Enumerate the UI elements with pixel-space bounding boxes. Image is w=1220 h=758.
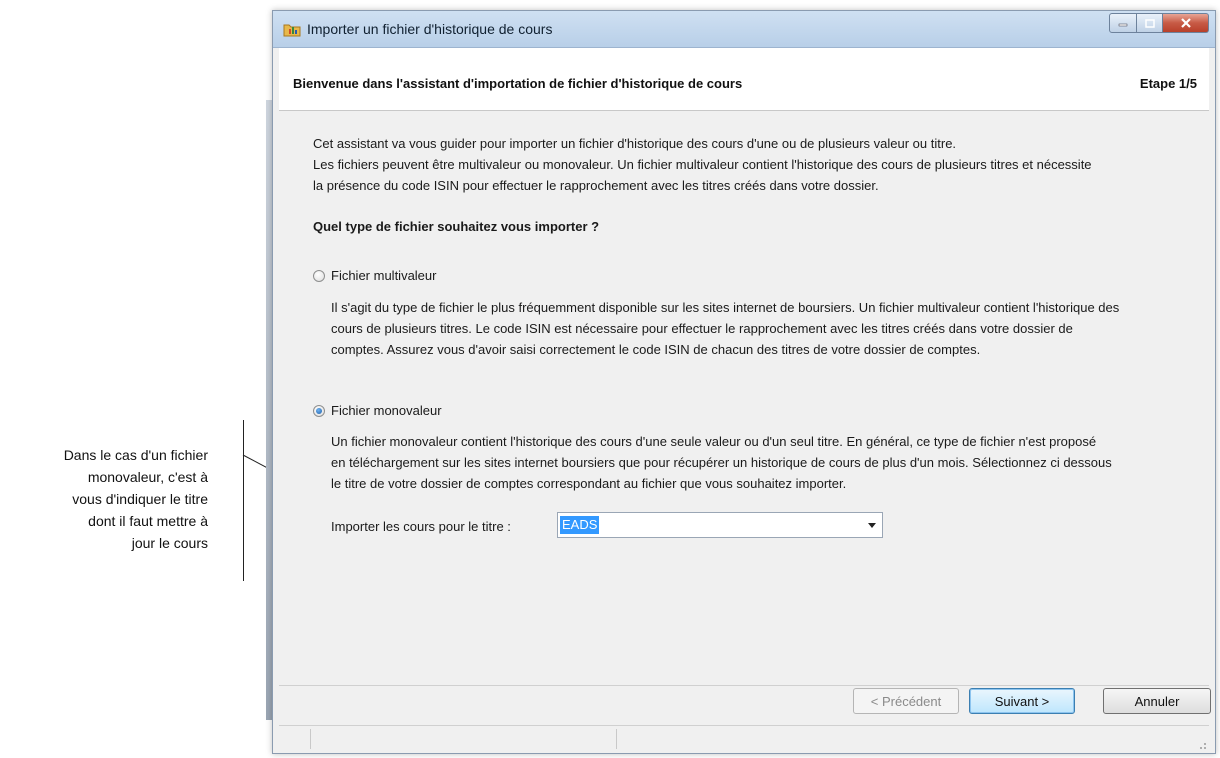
window-title: Importer un fichier d'historique de cour… (307, 21, 553, 37)
chevron-down-icon[interactable] (868, 523, 876, 528)
wizard-content: Cet assistant va vous guider pour import… (279, 111, 1209, 685)
previous-button[interactable]: < Précédent (853, 688, 959, 714)
radio-label: Fichier multivaleur (331, 268, 437, 283)
description-line: en téléchargement sur les sites internet… (331, 455, 1112, 470)
step-indicator: Etape 1/5 (1139, 76, 1197, 91)
close-button[interactable] (1163, 13, 1209, 33)
next-button[interactable]: Suivant > (969, 688, 1075, 714)
annotation-line: jour le cours (131, 535, 208, 551)
radio-label: Fichier monovaleur (331, 403, 442, 418)
intro-line: Les fichiers peuvent être multivaleur ou… (313, 157, 1092, 172)
cancel-button-label: Annuler (1134, 693, 1180, 709)
radio-monovaleur[interactable]: Fichier monovaleur (313, 403, 442, 418)
chart-folder-icon (283, 21, 301, 37)
intro-text: Cet assistant va vous guider pour import… (313, 133, 1213, 196)
annotation-text: Dans le cas d'un fichier monovaleur, c'e… (10, 444, 208, 554)
resize-grip-icon[interactable] (1197, 740, 1207, 750)
annotation-line: monovaleur, c'est à (87, 469, 208, 485)
annotation-bracket (243, 420, 244, 581)
radio-button-checked[interactable] (313, 404, 325, 417)
status-bar (279, 725, 1209, 752)
intro-line: la présence du code ISIN pour effectuer … (313, 178, 879, 193)
annotation-line: Dans le cas d'un fichier (63, 447, 208, 463)
radio-button[interactable] (313, 269, 325, 282)
minimize-button[interactable] (1109, 13, 1137, 33)
description-line: cours de plusieurs titres. Le code ISIN … (331, 321, 1073, 336)
description-line: Un fichier monovaleur contient l'histori… (331, 434, 1097, 449)
maximize-icon (1144, 18, 1155, 28)
intro-line: Cet assistant va vous guider pour import… (313, 136, 957, 151)
wizard-header: Bienvenue dans l'assistant d'importation… (279, 48, 1209, 111)
close-icon (1180, 18, 1191, 28)
selected-title: EADS (560, 516, 600, 534)
status-divider (615, 729, 617, 749)
file-type-question: Quel type de fichier souhaitez vous impo… (313, 219, 600, 234)
title-select[interactable]: EADS (557, 512, 883, 538)
annotation-line: vous d'indiquer le titre (72, 491, 208, 507)
title-bar[interactable]: Importer un fichier d'historique de cour… (273, 11, 1215, 48)
footer-divider (279, 685, 1209, 686)
description-line: comptes. Assurez vous d'avoir saisi corr… (331, 342, 981, 357)
description-line: le titre de votre dossier de comptes cor… (331, 476, 847, 491)
annotation-line: dont il faut mettre à (88, 513, 208, 529)
status-divider (309, 729, 311, 749)
multivaleur-description: Il s'agit du type de fichier le plus fré… (331, 297, 1220, 360)
wizard-title: Bienvenue dans l'assistant d'importation… (293, 76, 743, 91)
minimize-icon (1118, 23, 1128, 27)
maximize-button[interactable] (1137, 13, 1163, 33)
cancel-button[interactable]: Annuler (1103, 688, 1211, 714)
next-button-label: Suivant > (994, 693, 1050, 709)
window-controls (1109, 13, 1209, 35)
previous-button-label: < Précédent (870, 693, 942, 709)
monovaleur-description: Un fichier monovaleur contient l'histori… (331, 431, 1220, 494)
title-select-label: Importer les cours pour le titre : (331, 519, 511, 534)
import-wizard-window: Importer un fichier d'historique de cour… (272, 10, 1216, 754)
description-line: Il s'agit du type de fichier le plus fré… (331, 300, 1120, 315)
radio-multivaleur[interactable]: Fichier multivaleur (313, 268, 436, 283)
